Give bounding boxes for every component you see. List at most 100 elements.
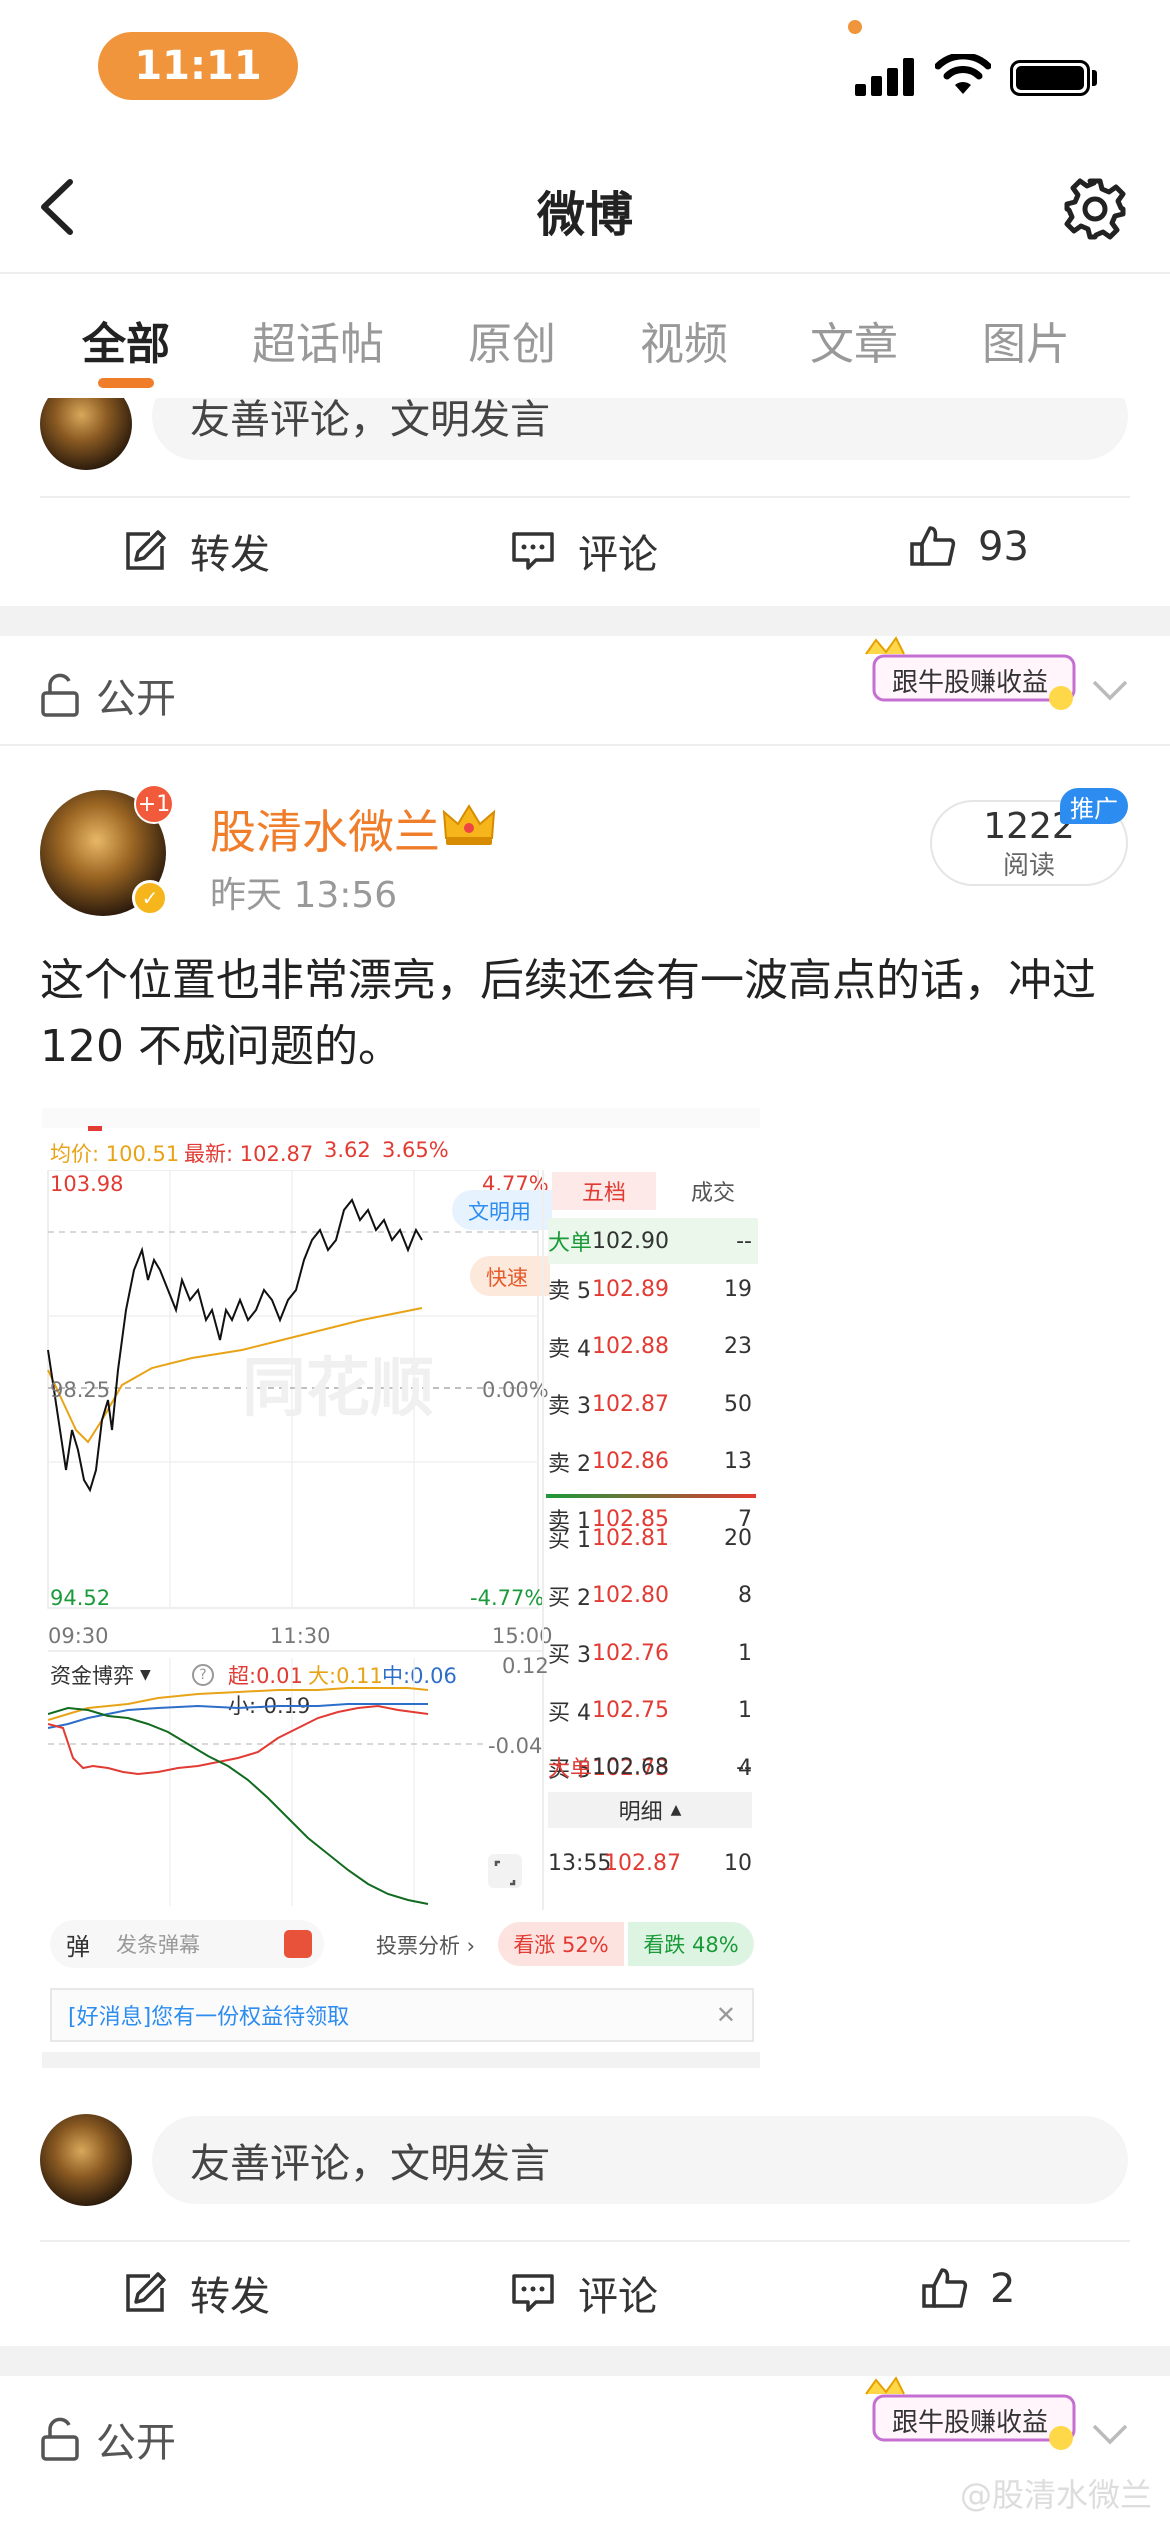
page-title: 微博 [536,187,633,243]
tab-image[interactable]: 图片 [982,308,1070,372]
repost-icon [126,2272,166,2312]
intraday-chart: 同花顺 [47,1170,539,1609]
tab-all[interactable]: 全部 [82,308,170,372]
ask-row: 卖 4 102.88 23 [548,1313,758,1370]
divider [0,744,1170,746]
like-button[interactable]: 2 [920,2264,1015,2314]
ask-label: 卖 4 [548,1336,591,1362]
bid-volume-bar [752,1677,758,1712]
avg-price-label: 均价: 100.51 [50,1138,179,1168]
ask-price: 102.86 [592,1449,669,1474]
bid-price: 102.75 [592,1698,669,1723]
big-buy-price: 102.68 [592,1754,669,1780]
comment-button-top[interactable]: 评论 [508,522,658,580]
ask-label: 卖 3 [548,1394,591,1419]
tab-super-topic[interactable]: 超话帖 [252,308,384,372]
detail-button[interactable]: 明细 ▲ [548,1792,752,1828]
pct-axis-mid: 0.00% [482,1378,549,1402]
x-axis-start: 09:30 [48,1624,109,1648]
bid-price: 102.76 [592,1640,669,1666]
ask-volume: 50 [724,1391,752,1417]
big-sell-row: 大单 102.90 -- [548,1218,758,1264]
bid-label: 买 3 [548,1643,591,1668]
stock-screenshot[interactable]: 均价: 100.51 最新: 102.87 3.62 3.65% 同花顺 103… [42,1108,760,2068]
bid-volume: 1 [738,1640,752,1666]
comment-button[interactable]: 评论 [508,2264,658,2322]
price-change: 3.62 [324,1138,371,1162]
big-sell-label: 大单 [548,1231,593,1256]
civil-chip[interactable]: 文明用 [452,1190,552,1230]
cutoff-strip [42,1108,760,1128]
close-icon[interactable]: ✕ [716,2001,736,2029]
plus-badge: +1 [134,784,174,824]
follow-badge-text: 跟牛股赚收益 [892,2408,1049,2438]
ask-volume: 19 [724,1276,752,1302]
fast-chip[interactable]: 快速 [470,1256,550,1296]
settings-gear-icon[interactable] [1062,176,1128,242]
like-count: 93 [978,524,1029,570]
vip-crown-icon [442,804,496,845]
comment-input[interactable]: 友善评论，文明发言 [152,2116,1128,2204]
tab-trades[interactable]: 成交 [678,1172,748,1210]
bid-row: 买 3 102.76 1 [548,1620,758,1676]
big-sell-vol: -- [736,1228,752,1254]
bid-row: 买 2 102.80 8 [548,1562,758,1619]
privacy-row[interactable]: 公开 [40,666,176,724]
ask-label: 卖 5 [548,1279,591,1304]
trade-vol: 10 [724,1850,752,1876]
notice-bar[interactable]: [好消息]您有一份权益待领取 ✕ [50,1988,754,2042]
tab-active-indicator [98,378,154,388]
tab-original[interactable]: 原创 [468,308,556,372]
battery-icon [1010,60,1090,96]
author-name[interactable]: 股清水微兰 [210,796,440,862]
like-count: 2 [990,2266,1016,2312]
ask-row: 卖 2 102.86 13 [548,1428,758,1485]
follow-badge-text: 跟牛股赚收益 [892,668,1049,698]
cutoff-bottom [42,2052,760,2068]
fund-flow-chart [48,1658,522,1906]
repost-button-top[interactable]: 转发 [120,522,270,580]
repost-label: 转发 [190,2274,270,2320]
analysis-label: 投票分析 [376,1934,460,1958]
bid-label: 买 2 [548,1585,591,1611]
repost-button[interactable]: 转发 [120,2264,270,2322]
post-time: 昨天 13:56 [210,875,398,916]
follow-bull-badge[interactable]: 跟牛股赚收益 [856,636,1086,716]
bid-price: 102.81 [592,1525,669,1551]
svg-text:同花顺: 同花顺 [242,1352,434,1426]
bid-label: 买 4 [548,1700,591,1726]
divider [40,2240,1130,2242]
tab-video[interactable]: 视频 [640,308,728,372]
follow-bull-badge[interactable]: 跟牛股赚收益 [856,2376,1086,2456]
bid-volume-bar [751,1562,758,1597]
post-separator [0,606,1170,636]
bid-row: 买 4 102.75 1 [548,1677,758,1734]
comment-bar-top: 友善评论，文明发言 [0,398,1170,508]
privacy-label: 公开 [96,2420,176,2466]
bid-price: 102.80 [592,1583,669,1608]
chevron-down-icon[interactable] [1090,2420,1130,2450]
y-axis-mid: 98.25 [50,1378,111,1402]
latest-price: 最新: 102.87 [184,1142,314,1166]
trade-time: 13:55 [548,1850,612,1876]
triangle-up-icon: ▲ [670,1802,682,1818]
ask-price: 102.87 [592,1391,669,1417]
like-button-top[interactable]: 93 [908,522,1029,572]
tab-indicator [88,1126,102,1131]
avatar [40,2114,132,2206]
bull-vote-button[interactable]: 看涨 52% [498,1922,624,1966]
big-buy-vol: -- [736,1754,752,1780]
comment-input-top[interactable]: 友善评论，文明发言 [152,398,1128,460]
chevron-down-icon[interactable] [1090,676,1130,706]
ask-label: 卖 2 [548,1451,591,1477]
privacy-label: 公开 [96,676,176,722]
tab-article[interactable]: 文章 [810,308,898,372]
vote-analysis[interactable]: 投票分析 › [376,1930,475,1960]
danmu-input[interactable]: 弹 发条弹幕 [50,1920,324,1968]
privacy-row[interactable]: 公开 [40,2410,176,2468]
comment-label: 评论 [578,2274,658,2320]
tab-five-levels[interactable]: 五档 [552,1172,656,1210]
post-separator [0,2346,1170,2376]
ask-row: 卖 3 102.87 50 [548,1371,758,1427]
bear-vote-button[interactable]: 看跌 48% [628,1922,754,1966]
